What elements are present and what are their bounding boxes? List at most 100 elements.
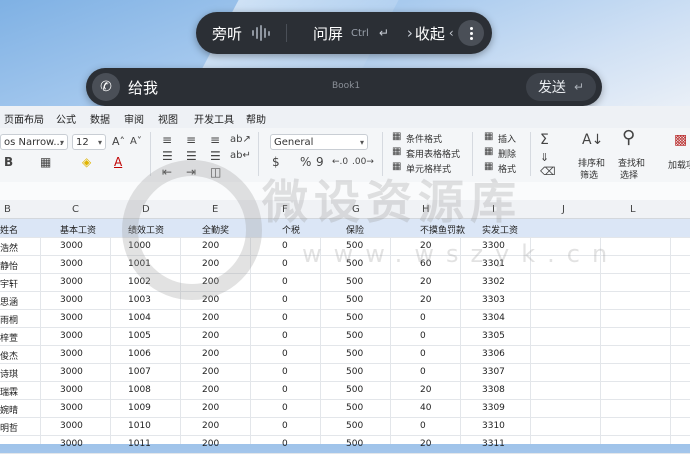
table-row[interactable]: 思涵 3000 1003 200 0 500 20 3303 (0, 291, 690, 310)
font-size-select[interactable]: 12 ▾ (72, 134, 106, 150)
table-cell[interactable]: 200 (202, 403, 219, 413)
tab-developer[interactable]: 开发工具 (194, 111, 234, 126)
table-cell[interactable]: 1005 (128, 331, 151, 341)
table-row[interactable]: 诗琪 3000 1007 200 0 500 0 3307 (0, 363, 690, 382)
table-row[interactable]: 静怡 3000 1001 200 0 500 60 3301 (0, 255, 690, 274)
indent-increase-icon[interactable]: ⇥ (186, 166, 196, 178)
table-cell[interactable]: 0 (282, 241, 288, 251)
table-cell[interactable]: 宇轩 (0, 277, 18, 290)
table-cell[interactable]: 0 (282, 421, 288, 431)
table-cell[interactable]: 20 (420, 439, 431, 449)
table-row[interactable]: 雨桐 3000 1004 200 0 500 0 3304 (0, 309, 690, 328)
table-cell[interactable]: 1011 (128, 439, 151, 449)
table-cell[interactable]: 500 (346, 313, 363, 323)
table-cell[interactable]: 20 (420, 241, 431, 251)
table-cell[interactable]: 3306 (482, 349, 505, 359)
table-cell[interactable]: 1008 (128, 385, 151, 395)
send-button[interactable]: 发送 ↵ (525, 73, 596, 101)
fill-down-icon[interactable]: ⇓ (540, 152, 549, 164)
prompt-input[interactable]: 给我 (128, 77, 158, 98)
table-cell[interactable]: 200 (202, 331, 219, 341)
table-cell[interactable]: 3000 (60, 295, 83, 305)
bold-icon[interactable]: B (4, 156, 13, 168)
table-cell[interactable]: 雨桐 (0, 313, 18, 326)
font-name-select[interactable]: os Narrow... ▾ (0, 134, 68, 150)
table-cell[interactable]: 500 (346, 241, 363, 251)
conditional-format-button[interactable]: 条件格式 (406, 132, 442, 145)
table-cell[interactable]: 3000 (60, 313, 83, 323)
table-cell[interactable]: 500 (346, 349, 363, 359)
table-cell[interactable]: 200 (202, 385, 219, 395)
table-cell[interactable]: 3000 (60, 241, 83, 251)
table-cell[interactable]: 0 (282, 367, 288, 377)
table-cell[interactable]: 3305 (482, 331, 505, 341)
table-cell[interactable]: 3309 (482, 403, 505, 413)
wrap-text-icon[interactable]: ab↵ (230, 150, 251, 162)
table-cell[interactable]: 200 (202, 439, 219, 449)
table-cell[interactable]: 1010 (128, 421, 151, 431)
table-cell[interactable]: 诗琪 (0, 367, 18, 380)
table-cell[interactable]: 40 (420, 403, 431, 413)
table-cell[interactable]: 0 (420, 313, 426, 323)
table-cell[interactable]: 3000 (60, 331, 83, 341)
table-header-cell[interactable]: 不摸鱼罚款 (420, 223, 465, 236)
table-cell[interactable]: 500 (346, 331, 363, 341)
table-cell[interactable]: 0 (420, 367, 426, 377)
font-color-icon[interactable]: A (114, 156, 122, 168)
table-cell[interactable]: 200 (202, 421, 219, 431)
table-cell[interactable]: 3000 (60, 259, 83, 269)
tab-review[interactable]: 审阅 (124, 111, 144, 126)
table-cell[interactable]: 3304 (482, 313, 505, 323)
cell-style-button[interactable]: 单元格样式 (406, 162, 451, 175)
table-header-cell[interactable]: 实发工资 (482, 223, 518, 236)
tab-help[interactable]: 帮助 (246, 111, 266, 126)
table-cell[interactable]: 明哲 (0, 421, 18, 434)
table-cell[interactable]: 俊杰 (0, 349, 18, 362)
comma-icon[interactable]: 9 (316, 156, 324, 168)
table-row[interactable]: 俊杰 3000 1006 200 0 500 0 3306 (0, 345, 690, 364)
table-row[interactable]: 梓萱 3000 1005 200 0 500 0 3305 (0, 327, 690, 346)
table-header-cell[interactable]: 保险 (346, 223, 364, 236)
listen-button[interactable]: 旁听 (212, 23, 274, 44)
table-cell[interactable]: 思涵 (0, 295, 18, 308)
table-cell[interactable]: 0 (282, 385, 288, 395)
table-header-cell[interactable]: 绩效工资 (128, 223, 164, 236)
table-cell[interactable]: 20 (420, 385, 431, 395)
table-cell[interactable]: 200 (202, 349, 219, 359)
tab-formulas[interactable]: 公式 (56, 111, 76, 126)
decrease-font-icon[interactable]: A˅ (130, 136, 142, 148)
tab-view[interactable]: 视图 (158, 111, 178, 126)
table-cell[interactable]: 3301 (482, 259, 505, 269)
decrease-decimal-icon[interactable]: .00→ (352, 156, 374, 168)
table-cell[interactable]: 3303 (482, 295, 505, 305)
table-row[interactable]: 宇轩 3000 1002 200 0 500 20 3302 (0, 273, 690, 292)
phone-button[interactable]: ✆ (92, 73, 120, 101)
column-header[interactable]: H (422, 204, 430, 215)
table-cell[interactable]: 0 (282, 403, 288, 413)
table-cell[interactable]: 1001 (128, 259, 151, 269)
table-header-cell[interactable]: 全勤奖 (202, 223, 229, 236)
table-cell[interactable]: 0 (282, 295, 288, 305)
table-cell[interactable]: 1004 (128, 313, 151, 323)
table-row[interactable]: 瑞霖 3000 1008 200 0 500 20 3308 (0, 381, 690, 400)
table-cell[interactable]: 3000 (60, 403, 83, 413)
table-row[interactable]: 3000 1011 200 0 500 20 3311 (0, 435, 690, 454)
clear-icon[interactable]: ⌫ (540, 166, 556, 178)
table-cell[interactable]: 1003 (128, 295, 151, 305)
table-cell[interactable]: 0 (282, 439, 288, 449)
table-header-row[interactable]: 姓名 基本工资 绩效工资 全勤奖 个税 保险 不摸鱼罚款 实发工资 (0, 219, 690, 238)
table-cell[interactable]: 3000 (60, 385, 83, 395)
table-cell[interactable]: 0 (282, 349, 288, 359)
table-cell[interactable]: 1009 (128, 403, 151, 413)
table-cell[interactable]: 静怡 (0, 259, 18, 272)
align-middle-icon[interactable]: ≡ (186, 134, 196, 146)
table-row[interactable]: 浩然 3000 1000 200 0 500 20 3300 (0, 237, 690, 256)
format-button[interactable]: 格式 (498, 162, 516, 175)
table-cell[interactable]: 200 (202, 367, 219, 377)
column-header[interactable]: C (72, 204, 79, 215)
insert-button[interactable]: 插入 (498, 132, 516, 145)
indent-decrease-icon[interactable]: ⇤ (162, 166, 172, 178)
table-cell[interactable]: 200 (202, 259, 219, 269)
table-cell[interactable]: 3302 (482, 277, 505, 287)
align-left-icon[interactable]: ☰ (162, 150, 173, 162)
